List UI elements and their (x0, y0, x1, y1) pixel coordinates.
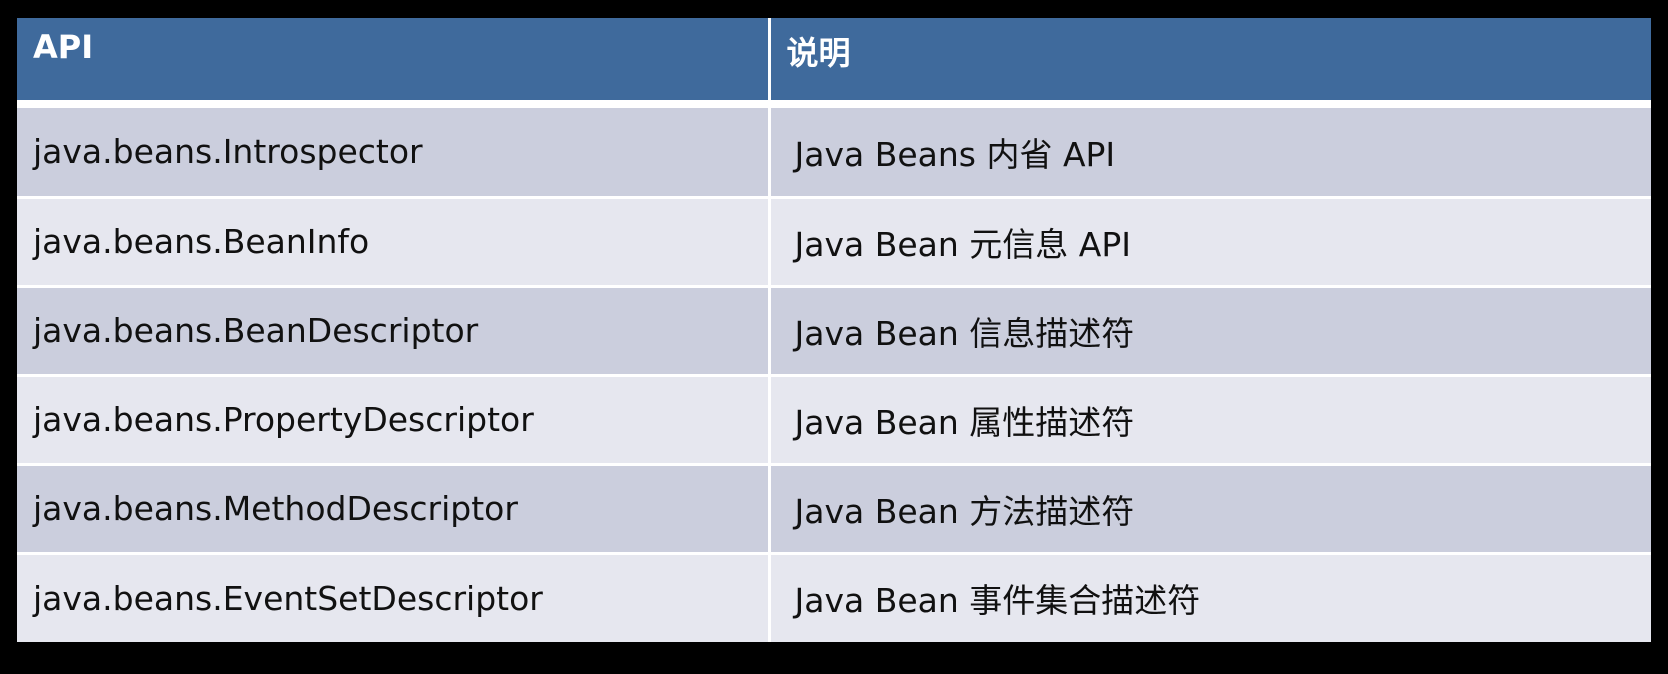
api-table-container: API 说明 java.beans.Introspector Java Bean… (17, 18, 1651, 656)
column-header-api: API (17, 18, 771, 100)
table-row: java.beans.MethodDescriptor Java Bean 方法… (17, 464, 1651, 555)
api-name-cell: java.beans.Introspector (17, 108, 771, 199)
description-cell: Java Bean 属性描述符 (769, 375, 1651, 466)
table-row: java.beans.BeanDescriptor Java Bean 信息描述… (17, 286, 1651, 377)
table-row: java.beans.PropertyDescriptor Java Bean … (17, 375, 1651, 466)
table-row: java.beans.BeanInfo Java Bean 元信息 API (17, 197, 1651, 288)
api-name-cell: java.beans.EventSetDescriptor (17, 553, 771, 642)
description-cell: Java Bean 方法描述符 (769, 464, 1651, 555)
description-cell: Java Beans 内省 API (769, 108, 1651, 199)
api-name-cell: java.beans.BeanInfo (17, 197, 771, 288)
description-cell: Java Bean 元信息 API (769, 197, 1651, 288)
api-name-cell: java.beans.PropertyDescriptor (17, 375, 771, 466)
header-separator (17, 100, 1651, 108)
table-row: java.beans.Introspector Java Beans 内省 AP… (17, 108, 1651, 199)
api-table: API 说明 java.beans.Introspector Java Bean… (17, 18, 1651, 642)
api-name-cell: java.beans.MethodDescriptor (17, 464, 771, 555)
table-row: java.beans.EventSetDescriptor Java Bean … (17, 553, 1651, 642)
description-cell: Java Bean 信息描述符 (769, 286, 1651, 377)
description-cell: Java Bean 事件集合描述符 (769, 553, 1651, 642)
table-header-row: API 说明 (17, 18, 1651, 100)
api-name-cell: java.beans.BeanDescriptor (17, 286, 771, 377)
column-header-description: 说明 (769, 18, 1651, 100)
